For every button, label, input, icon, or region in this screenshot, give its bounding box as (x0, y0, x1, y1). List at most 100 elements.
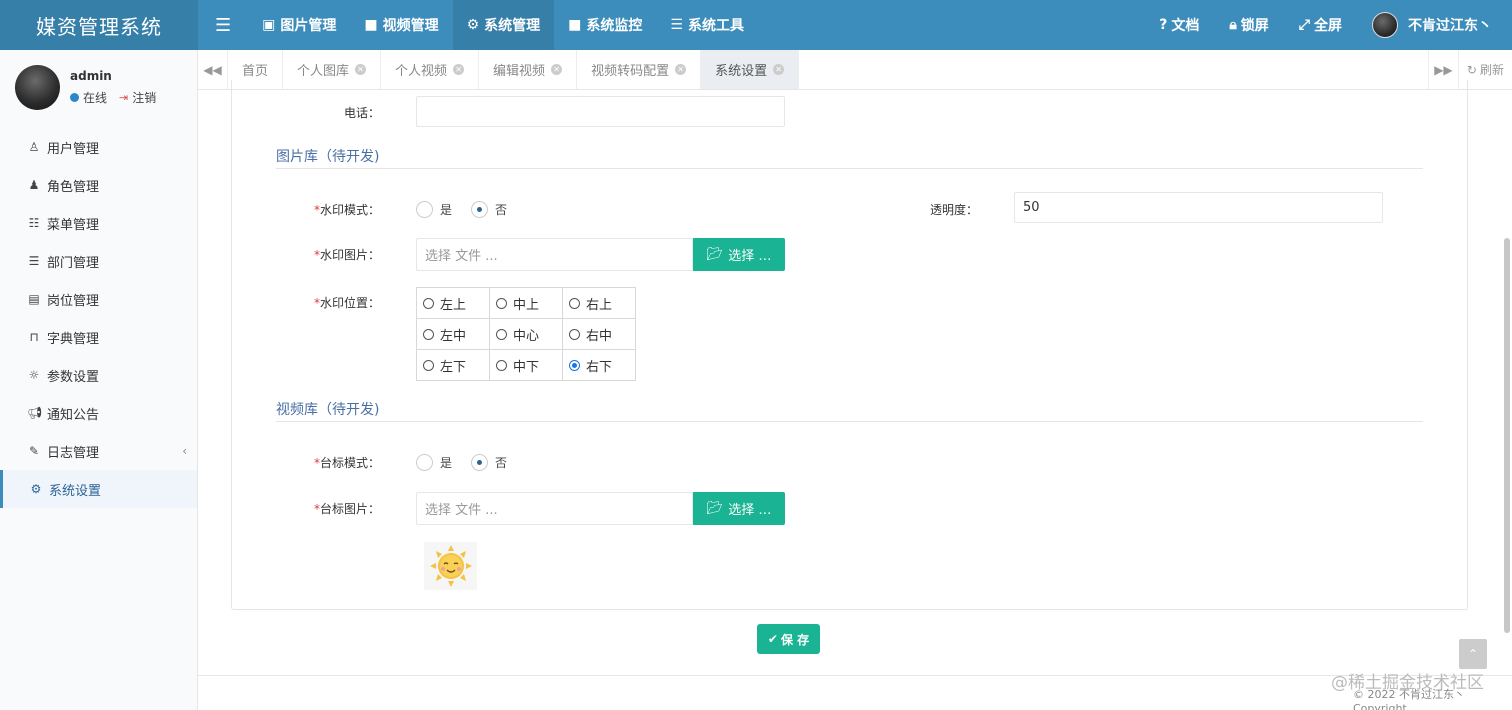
sidebar-item-menu-management[interactable]: ☷ 菜单管理 (0, 204, 197, 242)
cogs-icon: ⚙ (30, 482, 42, 496)
sidebar-item-config-settings[interactable]: ☼ 参数设置 (0, 356, 197, 394)
logout-link[interactable]: 注销 (132, 89, 156, 106)
radio-unchecked-icon (423, 328, 434, 340)
position-top-right[interactable]: 右上 (562, 287, 636, 319)
tabs-scroll-left-button[interactable]: ◀◀ (198, 50, 228, 89)
position-bottom-right[interactable]: 右下 (562, 349, 636, 381)
close-icon[interactable]: ✕ (355, 64, 367, 75)
sidebar-item-log-management[interactable]: ✎ 日志管理 ‹ (0, 432, 197, 470)
logo-image-label: *台标图片： (313, 502, 380, 516)
sun-face-icon (429, 545, 472, 587)
close-icon[interactable]: ✕ (675, 64, 687, 75)
position-top-left[interactable]: 左上 (416, 287, 490, 319)
nav-system-management[interactable]: ⚙ 系统管理 (452, 0, 555, 50)
user-menu[interactable]: 不肯过江东丶 (1357, 0, 1512, 50)
sidebar-toggle-button[interactable]: ☰ (198, 0, 248, 50)
sidebar-item-post-management[interactable]: ▤ 岗位管理 (0, 280, 197, 318)
brand-title[interactable]: 媒资管理系统 (0, 0, 198, 50)
refresh-icon: ↻ (1466, 62, 1477, 77)
close-icon[interactable]: ✕ (773, 64, 785, 75)
user-secret-icon: ♟ (28, 178, 40, 192)
nav-video-management[interactable]: ■ 视频管理 (350, 0, 452, 50)
position-middle-left[interactable]: 左中 (416, 318, 490, 350)
double-chevron-up-icon: ⌃ (1467, 647, 1479, 661)
sidebar-item-notice[interactable]: 📢︎ 通知公告 (0, 394, 197, 432)
opacity-input[interactable]: 50 (1014, 192, 1383, 223)
lock-icon: 🔒︎ (1229, 17, 1237, 33)
position-bottom-center[interactable]: 中下 (489, 349, 563, 381)
logo-mode-yes-radio[interactable]: 是 (416, 454, 452, 471)
bullhorn-icon: 📢︎ (27, 406, 43, 420)
online-status: 在线 (83, 91, 108, 105)
close-icon[interactable]: ✕ (453, 64, 465, 75)
watermark-mode-no-radio[interactable]: 否 (471, 201, 507, 218)
backward-icon: ◀◀ (203, 62, 222, 77)
footer-divider (198, 675, 1512, 676)
radio-unchecked-icon (569, 328, 580, 340)
radio-checked-icon (471, 201, 488, 218)
lock-screen-link[interactable]: 🔒︎ 锁屏 (1214, 0, 1283, 50)
sidebar-item-dept-management[interactable]: ☰ 部门管理 (0, 242, 197, 280)
nav-image-management[interactable]: ▣ 图片管理 (248, 0, 350, 50)
logout-icon[interactable]: ⇥ (119, 91, 128, 104)
logo-mode-no-radio[interactable]: 否 (471, 454, 507, 471)
avatar (15, 65, 60, 110)
watermark-mode-label: *水印模式： (313, 203, 380, 217)
hamburger-icon: ☰ (215, 14, 232, 36)
position-middle-right[interactable]: 右中 (562, 318, 636, 350)
position-bottom-left[interactable]: 左下 (416, 349, 490, 381)
save-button[interactable]: ✔ 保 存 (757, 624, 820, 654)
sidebar-item-dict-management[interactable]: ⊓ 字典管理 (0, 318, 197, 356)
position-center[interactable]: 中心 (489, 318, 563, 350)
watermark-position-grid: 左上 中上 右上 左中 中心 右中 左下 中下 右下 (416, 287, 636, 381)
radio-unchecked-icon (423, 297, 434, 309)
watermark-image-file-input[interactable]: 选择 文件 ... (416, 238, 693, 271)
check-icon: ✔ (767, 632, 778, 646)
radio-unchecked-icon (416, 454, 433, 471)
back-to-top-button[interactable]: ⌃ (1459, 639, 1487, 669)
expand-icon: ⤢ (1298, 17, 1310, 33)
copyright-text: © 2022 不肯过江东丶 Copyright (1353, 688, 1465, 710)
sidebar-item-user-management[interactable]: ♙ 用户管理 (0, 128, 197, 166)
logo-image-file-input[interactable]: 选择 文件 ... (416, 492, 693, 525)
watermark-mode-yes-radio[interactable]: 是 (416, 201, 452, 218)
docs-link[interactable]: ? 文档 (1144, 0, 1214, 50)
section-divider (276, 421, 1423, 422)
phone-input[interactable] (416, 96, 785, 127)
top-header: 媒资管理系统 ☰ ▣ 图片管理 ■ 视频管理 ⚙ 系统管理 ■ 系统监控 ☰ 系统工具 ?… (0, 0, 1512, 50)
phone-label: 电话： (343, 106, 380, 120)
folder-open-icon: 📂︎ (706, 501, 724, 516)
radio-checked-icon (471, 454, 488, 471)
radio-unchecked-icon (496, 297, 507, 309)
nav-system-tools[interactable]: ☰ 系统工具 (656, 0, 758, 50)
radio-unchecked-icon (423, 359, 434, 371)
watermark-image-choose-button[interactable]: 📂︎ 选择 … (693, 238, 785, 271)
fullscreen-link[interactable]: ⤢ 全屏 (1284, 0, 1357, 50)
th-list-icon: ☷ (28, 216, 40, 230)
edit-icon: ✎ (28, 444, 40, 458)
logo-image-choose-button[interactable]: 📂︎ 选择 … (693, 492, 785, 525)
image-library-section-title: 图片库（待开发) (276, 149, 380, 165)
radio-unchecked-icon (569, 297, 580, 309)
outdent-icon: ☰ (28, 254, 40, 268)
camera-icon: ■ (568, 17, 582, 33)
sidebar-item-system-settings[interactable]: ⚙ 系统设置 (0, 470, 197, 508)
user-name: admin (70, 69, 112, 83)
radio-unchecked-icon (496, 328, 507, 340)
opacity-label: 透明度： (929, 203, 978, 217)
top-right-nav: ? 文档 🔒︎ 锁屏 ⤢ 全屏 不肯过江东丶 (1144, 0, 1512, 50)
top-nav: ☰ ▣ 图片管理 ■ 视频管理 ⚙ 系统管理 ■ 系统监控 ☰ 系统工具 (198, 0, 758, 50)
sidebar-menu: ♙ 用户管理 ♟ 角色管理 ☷ 菜单管理 ☰ 部门管理 ▤ 岗位管理 ⊓ 字典管理 ☼ 参数设… (0, 128, 197, 508)
close-icon[interactable]: ✕ (551, 64, 563, 75)
avatar (1372, 12, 1398, 38)
online-status-icon (70, 93, 79, 102)
radio-checked-icon (569, 359, 580, 371)
watermark-image-label: *水印图片： (313, 248, 380, 262)
sidebar-item-role-management[interactable]: ♟ 角色管理 (0, 166, 197, 204)
logo-mode-label: *台标模式： (313, 456, 380, 470)
nav-system-monitor[interactable]: ■ 系统监控 (554, 0, 656, 50)
radio-unchecked-icon (416, 201, 433, 218)
content-scrollbar[interactable] (1504, 238, 1510, 633)
sun-icon: ☼ (28, 368, 40, 382)
position-top-center[interactable]: 中上 (489, 287, 563, 319)
